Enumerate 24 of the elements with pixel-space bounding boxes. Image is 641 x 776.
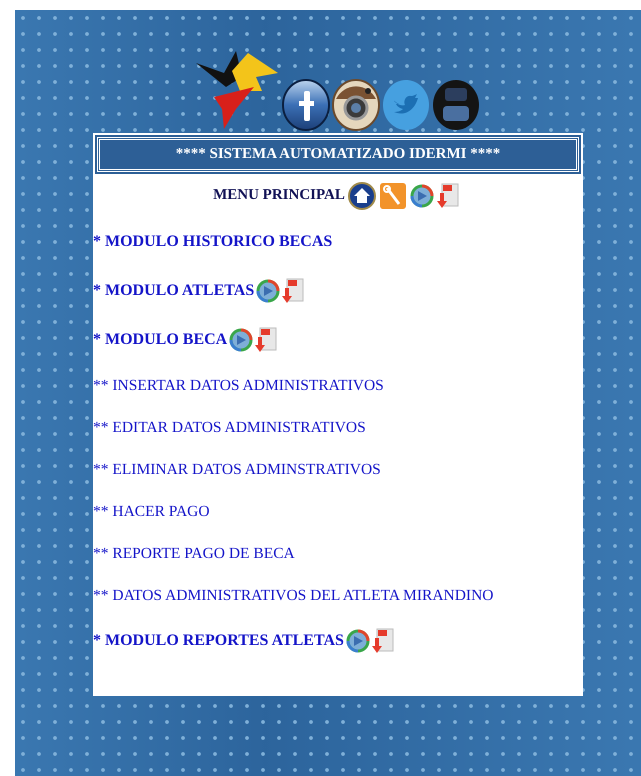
pdf-download-icon[interactable] <box>282 278 304 304</box>
module-link[interactable]: * MODULO ATLETAS <box>93 279 254 303</box>
module-link[interactable]: * MODULO HISTORICO BECAS <box>93 230 332 254</box>
pdf-download-icon[interactable] <box>372 628 394 654</box>
pdf-download-icon[interactable] <box>436 182 459 208</box>
play-icon[interactable] <box>410 184 434 208</box>
camera-icon[interactable] <box>332 79 380 131</box>
menu-link[interactable]: ** REPORTE PAGO DE BECA <box>93 542 295 566</box>
menu-link[interactable]: ** HACER PAGO <box>93 500 210 524</box>
menu-link[interactable]: ** INSERTAR DATOS ADMINISTRATIVOS <box>93 374 384 398</box>
video-icon[interactable] <box>432 79 480 131</box>
page-title: **** SISTEMA AUTOMATIZADO IDERMI **** <box>97 137 579 172</box>
menu-heading: MENU PRINCIPAL <box>213 186 345 206</box>
facebook-icon[interactable] <box>282 79 330 131</box>
menu-link[interactable]: ** ELIMINAR DATOS ADMINSTRATIVOS <box>93 458 381 482</box>
play-icon[interactable] <box>256 279 280 303</box>
play-icon[interactable] <box>229 328 254 352</box>
home-icon[interactable] <box>348 182 376 210</box>
menu-link[interactable]: ** EDITAR DATOS ADMINISTRATIVOS <box>93 416 366 440</box>
play-icon[interactable] <box>346 629 370 653</box>
menu-link[interactable]: ** DATOS ADMINISTRATIVOS DEL ATLETA MIRANDINO <box>93 584 494 608</box>
module-link[interactable]: * MODULO BECA <box>93 328 228 352</box>
module-link[interactable]: * MODULO REPORTES ATLETAS <box>93 629 344 653</box>
pdf-download-icon[interactable] <box>255 327 278 353</box>
